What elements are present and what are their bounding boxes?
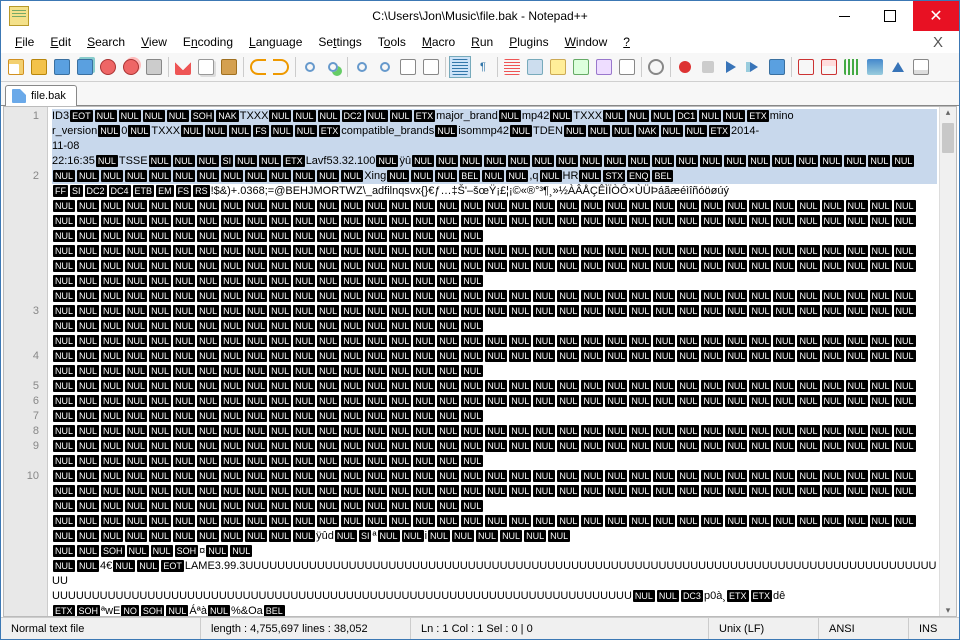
editor-area: 12345678910 ID3EOTNULNULNULNULSOHNAKTXXX…: [3, 106, 957, 617]
monitor-icon[interactable]: [645, 56, 667, 78]
tabstrip: file.bak: [1, 82, 959, 106]
undo-icon[interactable]: [247, 56, 269, 78]
paste-icon[interactable]: [218, 56, 240, 78]
menu-settings[interactable]: Settings: [310, 33, 369, 51]
doc-list-icon[interactable]: [570, 56, 592, 78]
stop-icon[interactable]: [697, 56, 719, 78]
redo-icon[interactable]: [270, 56, 292, 78]
sync-v-icon[interactable]: [397, 56, 419, 78]
t6-icon[interactable]: [910, 56, 932, 78]
editor-content[interactable]: ID3EOTNULNULNULNULSOHNAKTXXXNULNULNULDC2…: [48, 107, 939, 616]
save-macro-icon[interactable]: [766, 56, 788, 78]
menu-language[interactable]: Language: [241, 33, 310, 51]
t3-icon[interactable]: [841, 56, 863, 78]
minimize-button[interactable]: [821, 1, 867, 31]
tab-label: file.bak: [31, 90, 66, 102]
func-list-icon[interactable]: [593, 56, 615, 78]
titlebar: C:\Users\Jon\Music\file.bak - Notepad++ …: [1, 1, 959, 31]
status-encoding: ANSI: [819, 618, 909, 639]
menu-run[interactable]: Run: [463, 33, 501, 51]
sync-h-icon[interactable]: [420, 56, 442, 78]
status-length: length : 4,755,697 lines : 38,052: [201, 618, 411, 639]
zoom-out-icon[interactable]: [374, 56, 396, 78]
menu-close-x[interactable]: X: [925, 32, 953, 53]
replace-icon[interactable]: [322, 56, 344, 78]
menu-window[interactable]: Window: [557, 33, 616, 51]
t2-icon[interactable]: [818, 56, 840, 78]
statusbar: Normal text file length : 4,755,697 line…: [1, 617, 959, 639]
menu-edit[interactable]: Edit: [42, 33, 79, 51]
scrollbar-thumb[interactable]: [942, 123, 954, 153]
print-icon[interactable]: [143, 56, 165, 78]
vertical-scrollbar[interactable]: [939, 107, 956, 616]
save-icon[interactable]: [51, 56, 73, 78]
close-file-icon[interactable]: [97, 56, 119, 78]
window-title: C:\Users\Jon\Music\file.bak - Notepad++: [372, 9, 587, 23]
status-insert: INS: [909, 618, 959, 639]
maximize-button[interactable]: [867, 1, 913, 31]
toolbar: ¶: [1, 53, 959, 82]
menu-tools[interactable]: Tools: [370, 33, 414, 51]
menubar: File Edit Search View Encoding Language …: [1, 31, 959, 53]
menu-file[interactable]: File: [7, 33, 42, 51]
t4-icon[interactable]: [864, 56, 886, 78]
zoom-in-icon[interactable]: [351, 56, 373, 78]
playmulti-icon[interactable]: [743, 56, 765, 78]
t1-icon[interactable]: [795, 56, 817, 78]
record-icon[interactable]: [674, 56, 696, 78]
copy-icon[interactable]: [195, 56, 217, 78]
folder-icon[interactable]: [616, 56, 638, 78]
close-button[interactable]: ✕: [913, 1, 959, 31]
wordwrap-icon[interactable]: [449, 56, 471, 78]
menu-search[interactable]: Search: [79, 33, 133, 51]
open-file-icon[interactable]: [28, 56, 50, 78]
doc-map-icon[interactable]: [547, 56, 569, 78]
t5-icon[interactable]: [887, 56, 909, 78]
status-position: Ln : 1 Col : 1 Sel : 0 | 0: [411, 618, 709, 639]
menu-help[interactable]: ?: [615, 33, 638, 51]
find-icon[interactable]: [299, 56, 321, 78]
menu-view[interactable]: View: [133, 33, 175, 51]
close-all-icon[interactable]: [120, 56, 142, 78]
new-file-icon[interactable]: [5, 56, 27, 78]
tab-file-bak[interactable]: file.bak: [5, 85, 77, 106]
lang-icon[interactable]: [524, 56, 546, 78]
allchars-icon[interactable]: ¶: [472, 56, 494, 78]
line-gutter: 12345678910: [4, 107, 48, 616]
file-icon: [12, 89, 26, 103]
cut-icon[interactable]: [172, 56, 194, 78]
indent-guide-icon[interactable]: [501, 56, 523, 78]
play-icon[interactable]: [720, 56, 742, 78]
menu-macro[interactable]: Macro: [414, 33, 463, 51]
status-filetype: Normal text file: [1, 618, 201, 639]
menu-plugins[interactable]: Plugins: [501, 33, 556, 51]
save-all-icon[interactable]: [74, 56, 96, 78]
status-eol: Unix (LF): [709, 618, 819, 639]
menu-encoding[interactable]: Encoding: [175, 33, 241, 51]
window-buttons: ✕: [821, 1, 959, 31]
app-icon: [9, 6, 29, 26]
